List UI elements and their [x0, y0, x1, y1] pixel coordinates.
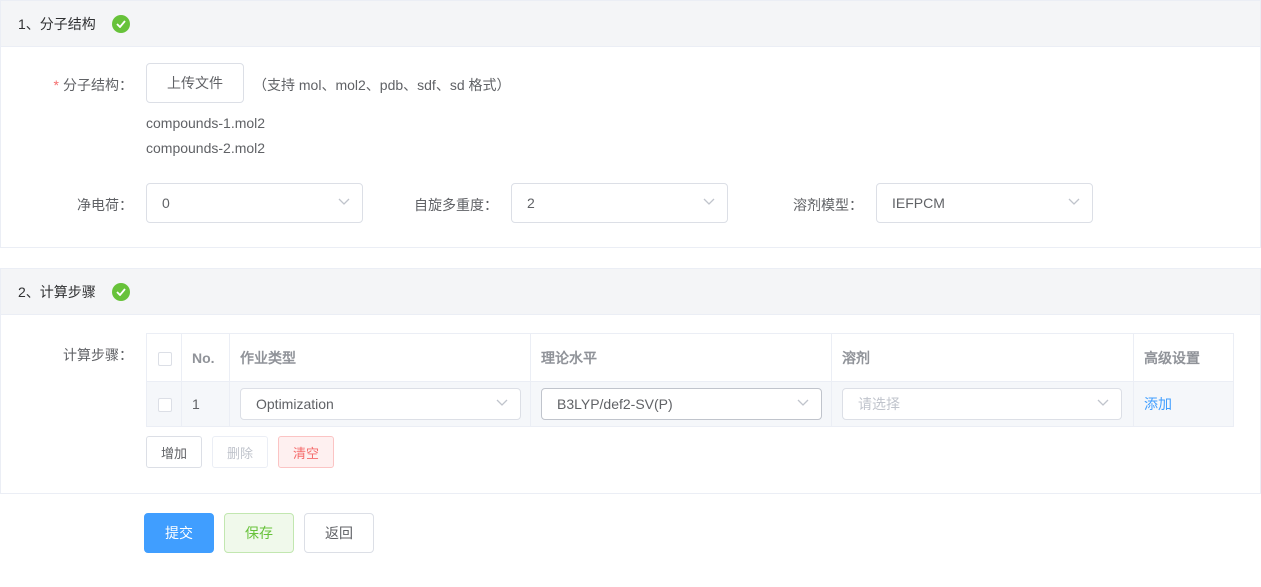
delete-step-button[interactable]: 删除 [212, 436, 268, 468]
calculation-steps-section: 2、计算步骤 计算步骤： No. 作业类型 理论水平 溶剂 高级设置 1 Opt… [0, 268, 1261, 494]
theory-cell: B3LYP/def2-SV(P) [530, 381, 832, 427]
file-name: compounds-1.mol2 [146, 115, 266, 131]
chevron-down-icon [1097, 399, 1109, 406]
advanced-cell: 添加 [1133, 381, 1234, 427]
required-mark: * [53, 77, 59, 93]
section-header-structure: 1、分子结构 [1, 1, 1260, 47]
job-type-select[interactable]: Optimization [240, 388, 521, 420]
row-number: 1 [181, 381, 230, 427]
structure-label: * 分子结构： [41, 75, 133, 95]
table-row: 1 Optimization B3LYP/def2-SV(P) 请选择 添加 [146, 381, 1234, 427]
back-button[interactable]: 返回 [304, 513, 374, 553]
column-header: 作业类型 [229, 333, 531, 382]
clear-steps-button[interactable]: 清空 [278, 436, 334, 468]
section-header-steps: 2、计算步骤 [1, 269, 1260, 315]
check-circle-icon [111, 282, 130, 301]
add-advanced-link[interactable]: 添加 [1144, 396, 1172, 412]
save-button[interactable]: 保存 [224, 513, 294, 553]
solvent-select[interactable]: 请选择 [842, 388, 1122, 420]
solvent-model-select[interactable]: IEFPCM [876, 183, 1093, 223]
file-name: compounds-2.mol2 [146, 140, 266, 156]
theory-value: B3LYP/def2-SV(P) [557, 396, 673, 412]
row-checkbox[interactable] [158, 398, 172, 413]
check-circle-icon [111, 14, 130, 33]
section-title: 2、计算步骤 [18, 283, 96, 300]
row-select-cell [146, 381, 182, 427]
column-header: 理论水平 [530, 333, 832, 382]
chevron-down-icon [1068, 198, 1080, 205]
column-header: No. [181, 333, 230, 382]
table-header-row: No. 作业类型 理论水平 溶剂 高级设置 [146, 333, 1234, 382]
spin-select[interactable]: 2 [511, 183, 728, 223]
steps-label: 计算步骤： [63, 347, 133, 363]
spin-value: 2 [527, 195, 535, 211]
solvent-model-value: IEFPCM [892, 195, 945, 211]
solvent-model-label: 溶剂模型： [793, 197, 863, 213]
upload-file-button[interactable]: 上传文件 [146, 63, 244, 103]
steps-table: No. 作业类型 理论水平 溶剂 高级设置 1 Optimization B3L… [146, 333, 1234, 427]
select-all-checkbox[interactable] [158, 351, 172, 366]
column-header: 溶剂 [831, 333, 1134, 382]
format-hint: （支持 mol、mol2、pdb、sdf、sd 格式） [253, 77, 511, 93]
solvent-cell: 请选择 [831, 381, 1134, 427]
charge-value: 0 [162, 195, 170, 211]
submit-button[interactable]: 提交 [144, 513, 214, 553]
solvent-placeholder: 请选择 [858, 396, 900, 412]
charge-label: 净电荷： [77, 197, 133, 213]
charge-select[interactable]: 0 [146, 183, 363, 223]
section-title: 1、分子结构 [18, 15, 96, 32]
spin-label: 自旋多重度： [414, 197, 498, 213]
chevron-down-icon [496, 399, 508, 406]
chevron-down-icon [797, 399, 809, 406]
structure-label-text: 分子结构： [63, 77, 133, 93]
chevron-down-icon [703, 198, 715, 205]
theory-select[interactable]: B3LYP/def2-SV(P) [541, 388, 822, 420]
molecular-structure-section: 1、分子结构 * 分子结构： 上传文件 （支持 mol、mol2、pdb、sdf、… [0, 0, 1261, 248]
column-header: 高级设置 [1133, 333, 1234, 382]
add-step-button[interactable]: 增加 [146, 436, 202, 468]
chevron-down-icon [338, 198, 350, 205]
job-type-value: Optimization [256, 396, 334, 412]
job-type-cell: Optimization [229, 381, 531, 427]
select-all-header [146, 333, 182, 382]
